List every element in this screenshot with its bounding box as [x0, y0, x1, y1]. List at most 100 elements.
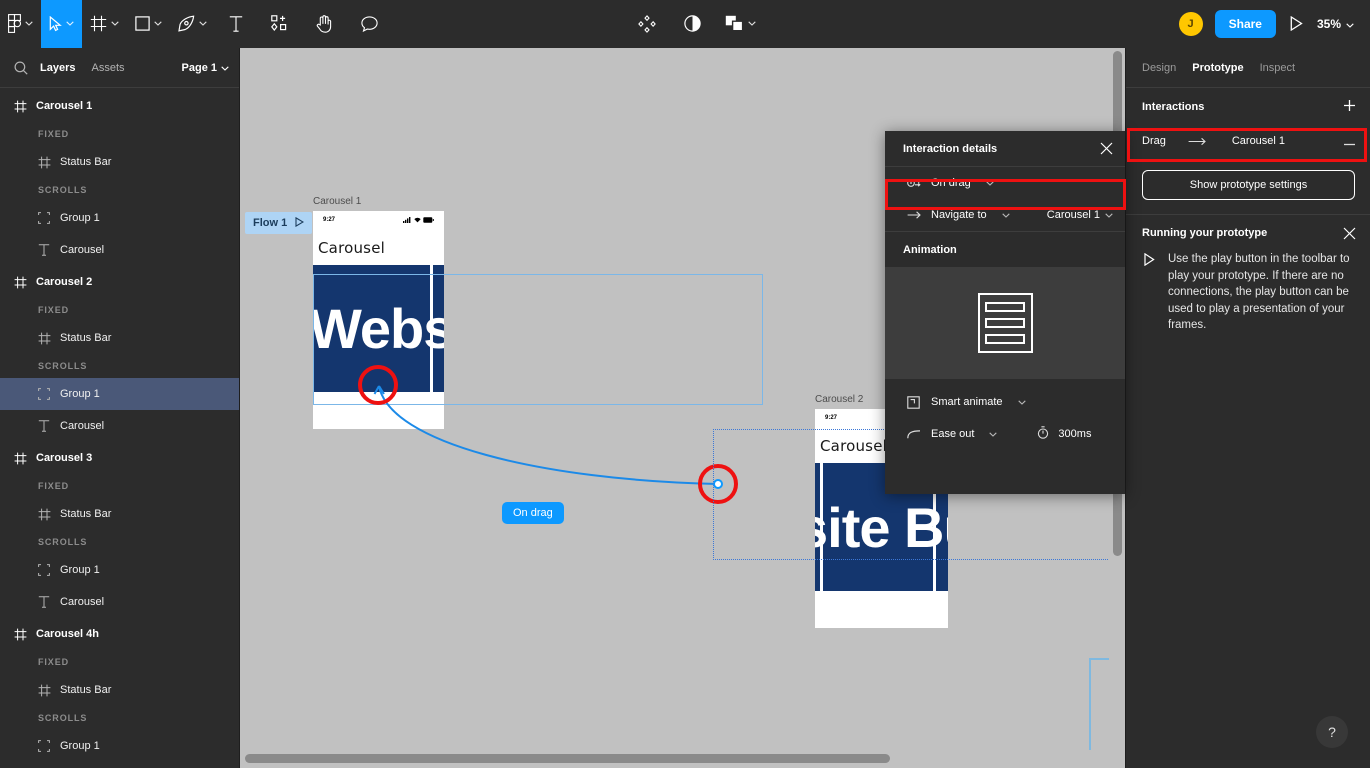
- chevron-down-icon[interactable]: [1002, 209, 1010, 221]
- minus-icon[interactable]: [1343, 133, 1356, 149]
- layer-row-label: Group 1: [60, 564, 100, 576]
- action-label: Navigate to: [931, 209, 987, 221]
- frame-icon: [38, 508, 60, 521]
- layer-section-label: FIXED: [0, 650, 239, 674]
- chevron-down-icon: [66, 21, 74, 26]
- layer-row[interactable]: Carousel 1: [0, 90, 239, 122]
- shape-tool[interactable]: [127, 0, 170, 48]
- layer-row[interactable]: Group 1: [0, 202, 239, 234]
- tab-prototype[interactable]: Prototype: [1192, 62, 1243, 74]
- frame-icon: [38, 332, 60, 345]
- chevron-down-icon[interactable]: [1018, 396, 1026, 408]
- chevron-down-icon[interactable]: [989, 428, 997, 440]
- layer-row-label: Status Bar: [60, 508, 111, 520]
- layer-row-label: Carousel 1: [36, 100, 92, 112]
- zoom-control[interactable]: 35%: [1317, 17, 1354, 31]
- easing-row[interactable]: Ease out 300ms: [885, 418, 1125, 450]
- layer-row[interactable]: Group 1: [0, 378, 239, 410]
- connection-label-on-drag[interactable]: On drag: [502, 502, 564, 524]
- frame-tool[interactable]: [82, 0, 127, 48]
- chevron-down-icon: [154, 21, 162, 26]
- group-icon: [38, 212, 60, 224]
- play-triangle-icon[interactable]: [295, 217, 304, 230]
- status-time: 9:27: [825, 415, 837, 421]
- share-button[interactable]: Share: [1215, 10, 1276, 38]
- frame-heading: Carousel: [313, 229, 444, 265]
- layer-row[interactable]: Carousel: [0, 410, 239, 442]
- text-tool[interactable]: [215, 0, 257, 48]
- text-icon: [38, 244, 60, 256]
- tab-design[interactable]: Design: [1142, 62, 1176, 74]
- duration-field[interactable]: 300ms: [1037, 426, 1091, 442]
- show-prototype-settings-button[interactable]: Show prototype settings: [1142, 170, 1355, 200]
- tab-assets[interactable]: Assets: [91, 62, 124, 74]
- interactions-section-header: Interactions: [1126, 88, 1370, 126]
- close-icon[interactable]: [1100, 142, 1113, 155]
- layer-row[interactable]: Carousel: [0, 586, 239, 618]
- layer-row-label: Status Bar: [60, 332, 111, 344]
- plus-icon[interactable]: [1343, 99, 1356, 116]
- left-panel: Layers Assets Page 1 Carousel 1FIXEDStat…: [0, 48, 240, 768]
- hero-band: Websi: [313, 265, 444, 392]
- layer-row[interactable]: Carousel 4h: [0, 618, 239, 650]
- frame-title-carousel-2[interactable]: Carousel 2: [815, 394, 863, 405]
- frame-icon: [14, 276, 36, 289]
- chevron-down-icon[interactable]: [986, 177, 994, 189]
- layer-row[interactable]: Carousel: [0, 234, 239, 266]
- search-icon[interactable]: [14, 61, 28, 75]
- contrast-icon[interactable]: [670, 0, 715, 48]
- group-icon: [38, 388, 60, 400]
- figma-logo-icon[interactable]: [0, 0, 41, 48]
- layers-stack-icon[interactable]: [715, 0, 766, 48]
- connection-node-dot[interactable]: [713, 479, 723, 489]
- frame-title-carousel-1[interactable]: Carousel 1: [313, 196, 361, 207]
- chevron-down-icon: [111, 21, 119, 26]
- hand-tool[interactable]: [302, 0, 347, 48]
- page-selector[interactable]: Page 1: [182, 62, 229, 74]
- group-icon: [38, 564, 60, 576]
- canvas-horizontal-scroll-thumb[interactable]: [245, 754, 890, 763]
- layer-section-label: SCROLLS: [0, 354, 239, 378]
- chevron-down-icon: [199, 21, 207, 26]
- chevron-down-icon: [221, 62, 229, 74]
- help-button[interactable]: ?: [1316, 716, 1348, 748]
- right-panel-tabs: Design Prototype Inspect: [1126, 48, 1370, 88]
- smart-animate-icon: [907, 396, 921, 409]
- layer-row[interactable]: Carousel 3: [0, 442, 239, 474]
- move-tool[interactable]: [41, 0, 82, 48]
- interaction-row-drag[interactable]: Drag Carousel 1: [1126, 126, 1370, 156]
- plugins-icon[interactable]: [624, 0, 670, 48]
- tab-layers[interactable]: Layers: [40, 62, 75, 74]
- canvas-horizontal-scrollbar[interactable]: [240, 750, 1125, 768]
- interactions-title: Interactions: [1142, 101, 1204, 113]
- layer-row[interactable]: Status Bar: [0, 322, 239, 354]
- smart-animate-preview-icon: [978, 293, 1033, 353]
- interaction-details-title: Interaction details: [903, 143, 997, 155]
- layer-row[interactable]: Group 1: [0, 730, 239, 762]
- frame-carousel-1[interactable]: 9:27 Carousel Websi: [313, 211, 444, 429]
- layer-row[interactable]: Status Bar: [0, 674, 239, 706]
- layer-row[interactable]: Group 1: [0, 554, 239, 586]
- easing-label: Ease out: [931, 428, 974, 440]
- frame-icon: [14, 628, 36, 641]
- close-icon[interactable]: [1343, 227, 1356, 240]
- zoom-level-label: 35%: [1317, 17, 1341, 31]
- action-row[interactable]: Navigate to Carousel 1: [885, 199, 1125, 231]
- destination-selector[interactable]: Carousel 1: [1047, 209, 1113, 221]
- avatar[interactable]: J: [1179, 12, 1203, 36]
- layer-row[interactable]: Status Bar: [0, 498, 239, 530]
- trigger-label: On drag: [931, 177, 971, 189]
- trigger-row[interactable]: On drag: [885, 167, 1125, 199]
- components-tool[interactable]: [257, 0, 302, 48]
- animation-type-row[interactable]: Smart animate: [885, 386, 1125, 418]
- pen-tool[interactable]: [170, 0, 215, 48]
- layer-row[interactable]: Carousel 2: [0, 266, 239, 298]
- comment-tool[interactable]: [347, 0, 392, 48]
- present-play-button[interactable]: [1290, 16, 1303, 31]
- tab-inspect[interactable]: Inspect: [1260, 62, 1295, 74]
- flow-badge[interactable]: Flow 1: [245, 212, 312, 234]
- layer-row-label: Carousel 2: [36, 276, 92, 288]
- layer-row[interactable]: Status Bar: [0, 146, 239, 178]
- animation-section-title: Animation: [885, 231, 1125, 267]
- running-prototype-title: Running your prototype: [1142, 227, 1267, 239]
